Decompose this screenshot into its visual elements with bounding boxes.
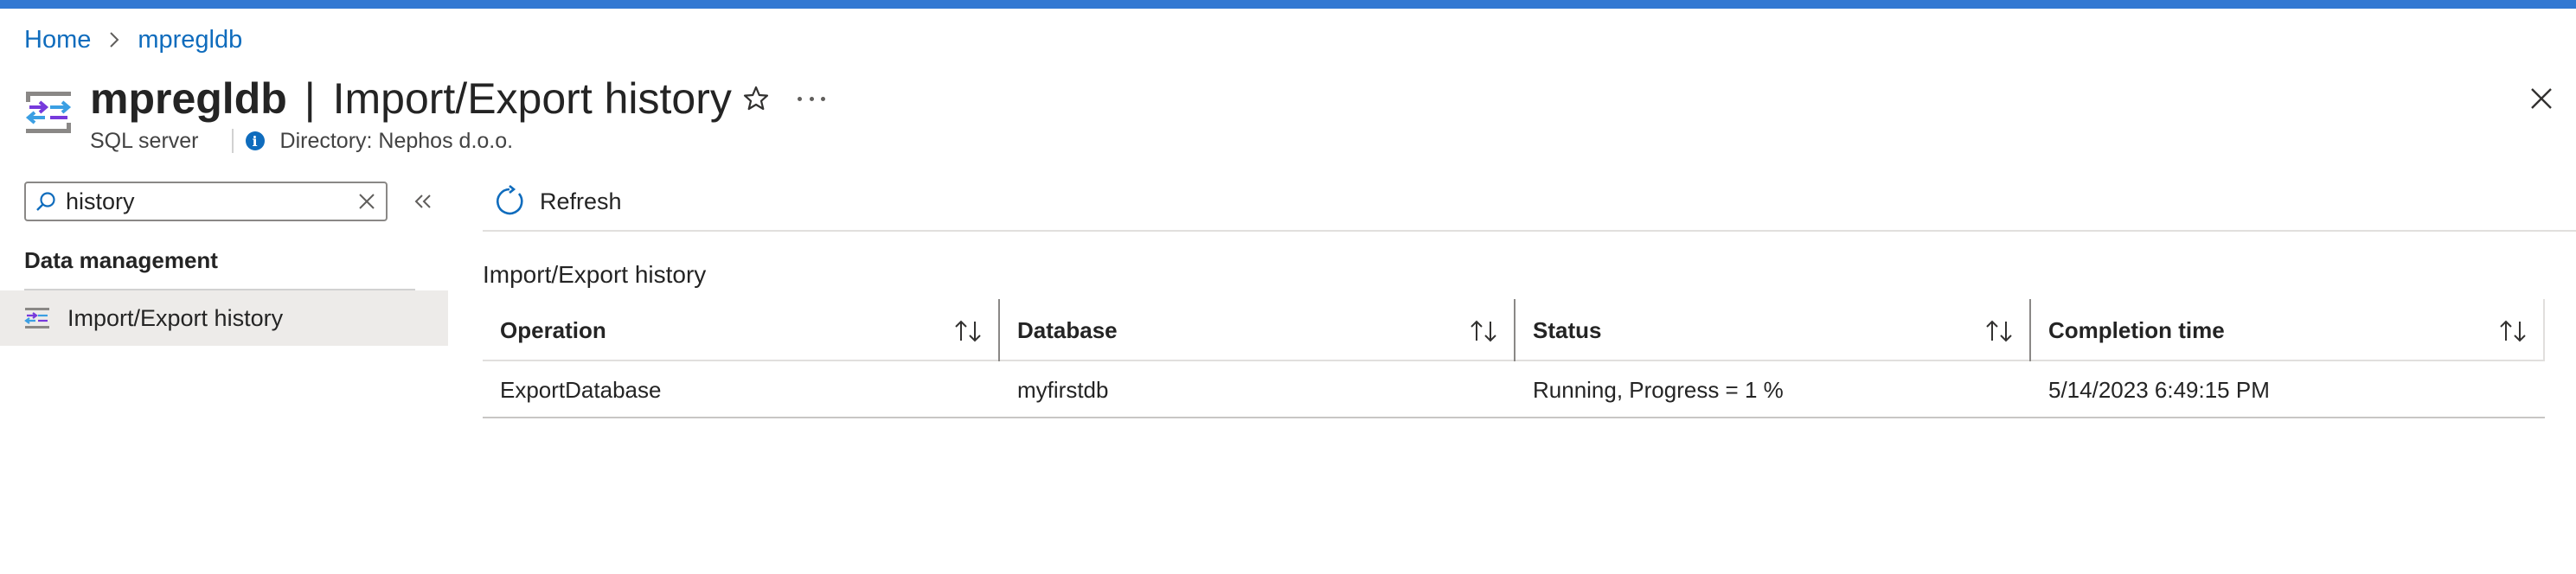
column-header-completion-time[interactable]: Completion time <box>2029 299 2545 361</box>
more-options-icon[interactable] <box>794 83 829 114</box>
cell-status: Running, Progress = 1 % <box>1533 376 1784 403</box>
refresh-button[interactable]: Refresh <box>493 182 622 221</box>
collapse-menu-icon[interactable] <box>410 188 436 214</box>
column-header-label: Status <box>1533 316 1602 343</box>
sidebar-item-label: Import/Export history <box>67 304 284 331</box>
column-header-label: Completion time <box>2048 316 2225 343</box>
column-header-operation[interactable]: Operation <box>483 299 998 361</box>
sort-icon[interactable] <box>1984 318 2014 344</box>
column-header-label: Database <box>1017 316 1118 343</box>
column-header-label: Operation <box>500 316 606 343</box>
portal-top-bar <box>0 0 2576 9</box>
subtitle-divider <box>231 129 234 153</box>
section-title: Import/Export history <box>483 261 707 288</box>
page-title: mpregldb | Import/Export history <box>90 71 732 126</box>
resource-type: SQL server <box>90 128 199 153</box>
import-export-icon <box>24 308 49 328</box>
refresh-label: Refresh <box>540 188 622 214</box>
cell-operation: ExportDatabase <box>500 376 662 403</box>
search-icon <box>36 192 55 211</box>
import-export-resource-icon <box>24 90 73 135</box>
menu-search-input[interactable] <box>66 188 356 215</box>
resource-subtitle: SQL server i Directory: Nephos d.o.o. <box>90 126 513 156</box>
clear-search-icon[interactable] <box>356 191 377 212</box>
sort-icon[interactable] <box>953 318 983 344</box>
info-icon: i <box>245 131 265 150</box>
toolbar-divider <box>483 230 2576 232</box>
resource-name: mpregldb <box>90 74 287 123</box>
nav-group-data-management: Data management <box>24 247 218 273</box>
breadcrumb-home-link[interactable]: Home <box>24 26 91 54</box>
breadcrumb: Home mpregldb <box>24 24 242 55</box>
breadcrumb-resource-link[interactable]: mpregldb <box>138 26 242 54</box>
sidebar-item-import-export-history[interactable]: Import/Export history <box>0 290 448 346</box>
close-icon[interactable] <box>2528 85 2555 112</box>
directory-label: Directory: Nephos d.o.o. <box>279 128 514 153</box>
column-header-status[interactable]: Status <box>1514 299 2029 361</box>
page-name: Import/Export history <box>332 74 732 123</box>
column-header-database[interactable]: Database <box>998 299 1514 361</box>
history-table: Operation Database Status Completion tim… <box>483 299 2545 418</box>
cell-database: myfirstdb <box>1017 376 1109 403</box>
table-row[interactable]: ExportDatabase myfirstdb Running, Progre… <box>483 361 2545 418</box>
menu-search-box[interactable] <box>24 182 388 221</box>
chevron-right-icon <box>105 30 124 49</box>
cell-completion-time: 5/14/2023 6:49:15 PM <box>2048 376 2270 403</box>
refresh-icon <box>496 185 523 215</box>
sort-icon[interactable] <box>1469 318 1498 344</box>
title-separator: | <box>304 74 316 123</box>
table-header-row: Operation Database Status Completion tim… <box>483 299 2545 361</box>
sort-icon[interactable] <box>2498 318 2528 344</box>
favorite-star-icon[interactable] <box>740 83 772 114</box>
